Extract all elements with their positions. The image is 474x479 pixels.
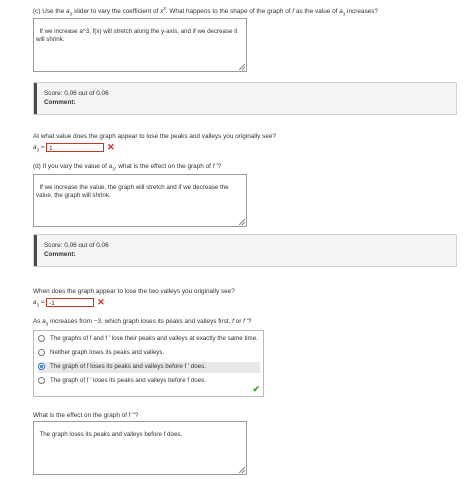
mc-option-1[interactable]: The graphs of f and f ′ lose their peaks… bbox=[38, 334, 260, 345]
approx-sign: ≈ bbox=[39, 144, 47, 152]
score-text: Score: 0.06 out of 0.06 bbox=[44, 242, 109, 249]
comment-label: Comment: bbox=[44, 251, 76, 258]
mc-option-label: Neither graph loses its peaks and valley… bbox=[50, 349, 165, 356]
part-d-prefix: (d) If you vary the value of bbox=[33, 163, 109, 170]
mc-option-label: The graphs of f and f ′ lose their peaks… bbox=[50, 335, 258, 342]
part-c-rest2: as the value of bbox=[294, 8, 340, 16]
effect-question: What is the effect on the graph of f ′′? bbox=[33, 412, 139, 419]
mc-or: or bbox=[233, 318, 244, 325]
valleys-answer-row: a3 ≈ -1 ✕ bbox=[33, 297, 105, 308]
part-c-prefix: (c) Use the bbox=[33, 8, 67, 16]
correct-check-icon: ✔ bbox=[252, 384, 260, 394]
mc-end: ? bbox=[247, 318, 252, 325]
part-c-answer-text: If we increase a^3, f(x) will stretch al… bbox=[36, 28, 240, 43]
valleys-answer-input[interactable]: -1 bbox=[46, 298, 95, 307]
effect-answer-text: The graph loses its peaks and valleys be… bbox=[39, 431, 183, 438]
mc-option-3[interactable]: The graph of f loses its peaks and valle… bbox=[38, 362, 260, 373]
part-d-question: (d) If you vary the value of a3, what is… bbox=[33, 163, 221, 171]
part-d-answer-textarea[interactable]: If we increase the value, the graph will… bbox=[33, 174, 247, 227]
incorrect-x-icon: ✕ bbox=[107, 142, 115, 152]
radio-selected-icon[interactable] bbox=[38, 363, 45, 370]
score-stripe bbox=[34, 83, 37, 114]
mc-options-box: The graphs of f and f ′ lose their peaks… bbox=[33, 330, 264, 397]
mc-mid: increases from −3, which graph loses its… bbox=[48, 318, 233, 325]
part-c-question: (c) Use the a3 slider to vary the coeffi… bbox=[33, 6, 378, 16]
comment-label: Comment: bbox=[44, 99, 76, 106]
part-d-mid: , what is the effect on the graph of bbox=[114, 163, 213, 170]
resize-grip-icon[interactable] bbox=[239, 467, 245, 473]
approx-sign: ≈ bbox=[39, 299, 47, 307]
radio-icon[interactable] bbox=[38, 349, 45, 356]
mc-option-4[interactable]: The graph of f ′ loses its peaks and val… bbox=[38, 376, 260, 387]
peaks-question: At what value does the graph appear to l… bbox=[33, 133, 277, 140]
incorrect-x-icon: ✕ bbox=[97, 297, 105, 307]
score-text: Score: 0.06 out of 0.06 bbox=[44, 90, 109, 97]
effect-answer-textarea[interactable]: The graph loses its peaks and valleys be… bbox=[33, 421, 247, 475]
part-c-rest: . What happens to the shape of the graph… bbox=[165, 8, 293, 16]
valleys-question: When does the graph appear to lose the t… bbox=[33, 288, 235, 295]
resize-grip-icon[interactable] bbox=[239, 219, 245, 225]
radio-icon[interactable] bbox=[38, 335, 45, 342]
resize-grip-icon[interactable] bbox=[239, 64, 245, 70]
part-d-end: ? bbox=[217, 163, 221, 170]
mc-option-label: The graph of f loses its peaks and valle… bbox=[50, 363, 206, 370]
radio-icon[interactable] bbox=[38, 377, 45, 384]
peaks-answer-input[interactable]: 1 bbox=[46, 143, 105, 152]
peaks-answer-row: a3 ≈ 1 ✕ bbox=[33, 142, 115, 153]
score-box-1: Score: 0.06 out of 0.06 Comment: bbox=[33, 82, 457, 115]
mc-option-2[interactable]: Neither graph loses its peaks and valley… bbox=[38, 348, 260, 359]
part-c-end: increases? bbox=[345, 8, 378, 16]
part-c-answer-textarea[interactable]: If we increase a^3, f(x) will stretch al… bbox=[33, 18, 247, 72]
part-d-answer-text: If we increase the value, the graph will… bbox=[36, 184, 231, 199]
score-box-2: Score: 0.06 out of 0.06 Comment: bbox=[33, 234, 457, 267]
mc-question: As a3 increases from −3, which graph los… bbox=[33, 318, 251, 326]
score-stripe bbox=[34, 235, 37, 266]
mc-option-label: The graph of f ′ loses its peaks and val… bbox=[50, 377, 206, 384]
mc-prefix: As bbox=[33, 318, 43, 325]
part-c-mid: slider to vary the coefficient of bbox=[72, 8, 161, 16]
